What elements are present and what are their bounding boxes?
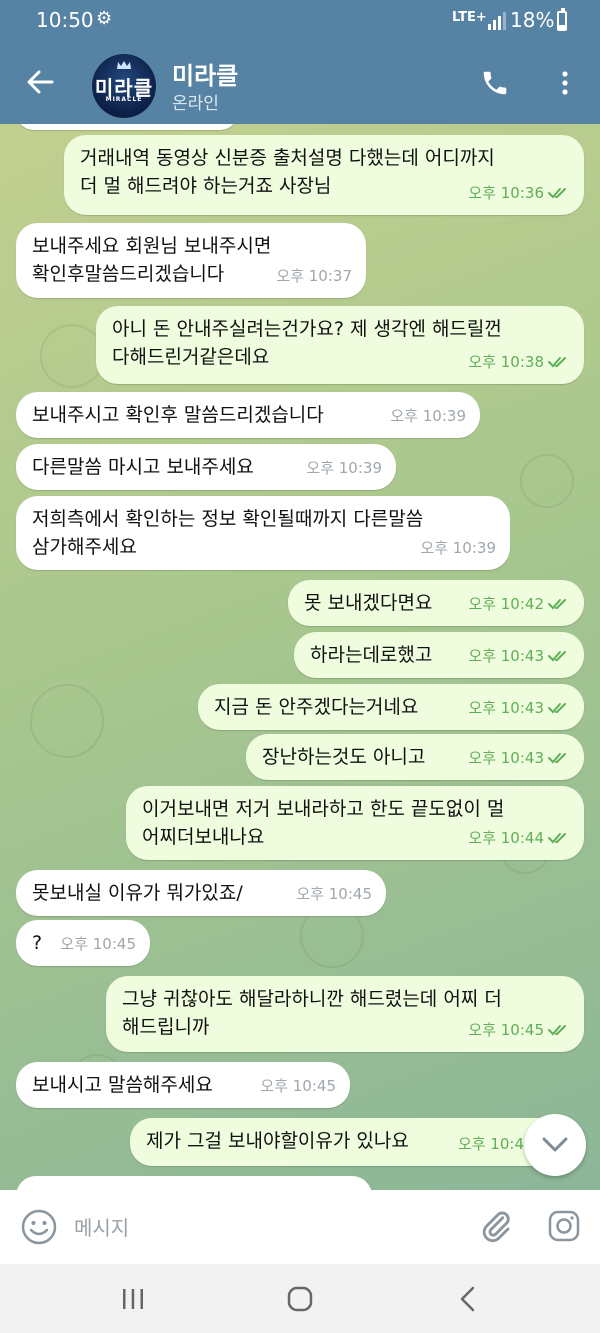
message-bubble-incoming[interactable]: 저희측에서 확인하는 정보 확인될때까지 다른말씀 삼가해주세요 오후 10:3… [16, 496, 510, 570]
message-bubble-incoming[interactable]: 보내주세요 회원님 보내주시면 확인후말씀드리겠습니다 오후 10:37 [16, 223, 366, 298]
double-check-icon [548, 599, 566, 610]
system-navigation-bar [0, 1264, 600, 1333]
message-time: 오후 10:44 [468, 829, 544, 847]
message-bubble-outgoing[interactable]: 이거보내면 저거 보내라하고 한도 끝도없이 멀 어찌더보내나요 오후 10:4… [126, 786, 584, 860]
double-check-icon [548, 833, 566, 844]
battery-icon [557, 8, 567, 31]
double-check-icon [548, 188, 566, 199]
message-meta: 오후 10:44 [468, 824, 570, 852]
message-meta: 오후 10:45 [260, 1072, 336, 1100]
recents-icon[interactable] [120, 1288, 146, 1310]
camera-icon[interactable] [546, 1208, 582, 1244]
message-meta: 오후 10:43 [468, 642, 570, 670]
message-meta: 오후 10:43 [468, 694, 570, 722]
double-check-icon [548, 703, 566, 714]
message-bubble-outgoing[interactable]: 장난하는것도 아니고 오후 10:43 [246, 734, 584, 780]
message-meta: 오후 10:4 [458, 1130, 524, 1158]
message-bubble-partial [16, 1176, 372, 1190]
message-meta: 오후 10:45 [60, 930, 136, 958]
message-time: 오후 10:43 [468, 699, 544, 717]
message-meta: 오후 10:38 [468, 348, 570, 376]
message-bubble-outgoing[interactable]: 그냥 귀찮아도 해달라하니깐 해드렸는데 어찌 더 해드립니까 오후 10:45 [106, 976, 584, 1052]
message-meta: 오후 10:39 [420, 534, 496, 562]
message-bubble-incoming[interactable]: 다른말씀 마시고 보내주세요 오후 10:39 [16, 444, 396, 490]
double-check-icon [548, 357, 566, 368]
message-meta: 오후 10:43 [468, 744, 570, 772]
message-meta: 오후 10:45 [296, 880, 372, 908]
message-time: 오후 10:38 [468, 353, 544, 371]
double-check-icon [548, 1025, 566, 1036]
message-meta: 오후 10:42 [468, 590, 570, 618]
message-bubble-incoming[interactable]: ? 오후 10:45 [16, 920, 150, 966]
background-doodle [40, 324, 104, 388]
chevron-down-icon [542, 1137, 568, 1152]
settings-gear-icon: ⚙ [96, 8, 113, 29]
emoji-icon[interactable] [20, 1208, 58, 1246]
message-meta: 오후 10:39 [306, 454, 382, 482]
background-doodle [520, 454, 574, 508]
home-icon[interactable] [287, 1286, 313, 1312]
status-bar: 10:50 ⚙ LTE+ 18% [0, 0, 600, 44]
message-bubble-outgoing[interactable]: 아니 돈 안내주실려는건가요? 제 생각엔 해드릴껀 다해드린거같은데요 오후 … [96, 306, 584, 384]
double-check-icon [548, 651, 566, 662]
crown-icon [117, 61, 131, 69]
message-input-bar [0, 1190, 600, 1264]
message-time: 오후 10:37 [276, 267, 352, 285]
message-time: 오후 10:39 [306, 459, 382, 477]
message-meta: 오후 10:39 [390, 402, 466, 430]
message-bubble-outgoing[interactable]: 하라는데로했고 오후 10:43 [294, 632, 584, 678]
message-time: 오후 10:4 [457, 1135, 524, 1153]
message-bubble-outgoing[interactable]: 거래내역 동영상 신분증 출처설명 다했는데 어디까지 더 멀 해드려야 하는거… [64, 135, 584, 215]
message-meta: 오후 10:37 [276, 262, 352, 290]
message-time: 오후 10:45 [260, 1077, 336, 1095]
chat-header: 미라클 MIRACLE 미라클 온라인 [0, 44, 600, 124]
battery-percent: 18% [510, 8, 555, 32]
message-time: 오후 10:45 [60, 935, 136, 953]
chat-status: 온라인 [172, 94, 219, 114]
message-meta: 오후 10:36 [468, 179, 570, 207]
message-bubble-partial [16, 124, 238, 130]
background-doodle [30, 684, 104, 758]
message-time: 오후 10:36 [468, 184, 544, 202]
message-time: 오후 10:39 [420, 539, 496, 557]
paperclip-icon[interactable] [478, 1208, 514, 1244]
message-time: 오후 10:45 [468, 1021, 544, 1039]
message-time: 오후 10:43 [468, 749, 544, 767]
phone-icon[interactable] [480, 68, 510, 98]
back-icon[interactable] [458, 1286, 478, 1312]
message-bubble-outgoing[interactable]: 못 보내겠다면요 오후 10:42 [288, 580, 584, 626]
message-input[interactable] [72, 1206, 456, 1250]
message-bubble-incoming[interactable]: 못보내실 이유가 뭐가있죠/ 오후 10:45 [16, 870, 386, 916]
signal-icon [486, 12, 506, 30]
message-meta: 오후 10:45 [468, 1016, 570, 1044]
chat-name[interactable]: 미라클 [172, 56, 238, 91]
message-time: 오후 10:43 [468, 647, 544, 665]
message-bubble-incoming[interactable]: 보내주시고 확인후 말씀드리겠습니다 오후 10:39 [16, 392, 480, 438]
status-time: 10:50 [36, 8, 94, 32]
message-bubble-incoming[interactable]: 보내시고 말씀해주세요 오후 10:45 [16, 1062, 350, 1108]
avatar-logo-subtext: MIRACLE [105, 96, 143, 103]
back-arrow-icon[interactable] [24, 66, 56, 98]
network-type: LTE+ [452, 10, 487, 25]
more-vertical-icon[interactable] [550, 68, 580, 98]
message-time: 오후 10:45 [296, 885, 372, 903]
chat-messages[interactable]: 거래내역 동영상 신분증 출처설명 다했는데 어디까지 더 멀 해드려야 하는거… [0, 124, 600, 1190]
message-time: 오후 10:42 [468, 595, 544, 613]
message-bubble-outgoing[interactable]: 지금 돈 안주겠다는거네요 오후 10:43 [198, 684, 584, 730]
message-bubble-outgoing[interactable]: 제가 그걸 보내야할이유가 있나요 오후 10:4 [130, 1118, 584, 1166]
message-time: 오후 10:39 [390, 407, 466, 425]
double-check-icon [548, 753, 566, 764]
scroll-down-button[interactable] [524, 1114, 586, 1176]
avatar[interactable]: 미라클 MIRACLE [92, 54, 156, 118]
